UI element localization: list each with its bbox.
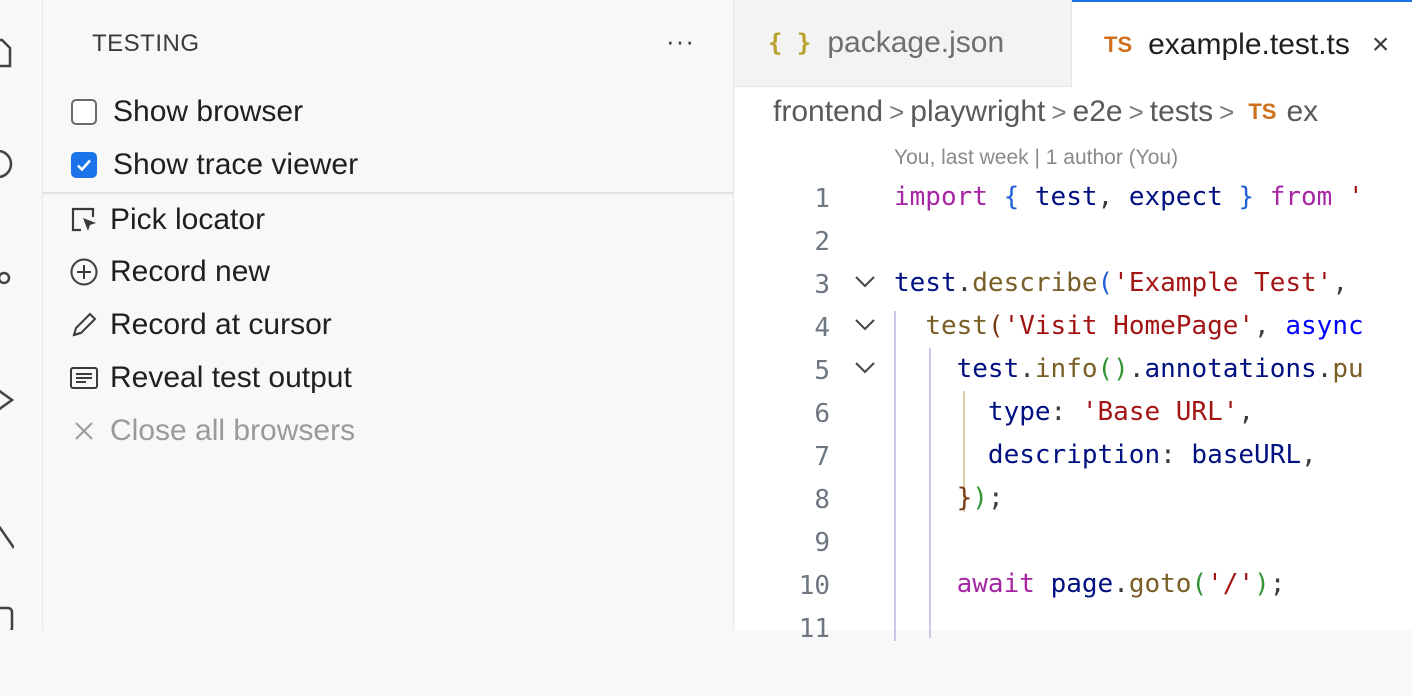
fold-chevron-icon[interactable] (852, 354, 878, 380)
output-icon (68, 362, 100, 394)
show-browser-label: Show browser (113, 95, 304, 128)
reveal-test-output-label: Reveal test output (110, 361, 352, 394)
code-line: 11 (734, 606, 1412, 649)
line-number: 7 (814, 442, 830, 472)
json-file-icon: { } (768, 29, 812, 57)
code-line: 6 type: 'Base URL', (814, 397, 1255, 429)
code-line: 4 test('Visit HomePage', async (814, 311, 1364, 343)
record-new-label: Record new (110, 255, 271, 288)
code-line: 1 import { test, expect } from ' (814, 182, 1364, 214)
close-all-browsers-action[interactable]: Close all browsers (68, 409, 355, 453)
record-at-cursor-action[interactable]: Record at cursor (68, 303, 332, 347)
breadcrumb-item[interactable]: tests (1150, 95, 1213, 129)
editor-area: { } package.json TS example.test.ts × fr… (734, 0, 1412, 644)
plus-circle-icon (68, 256, 100, 288)
testing-icon[interactable] (0, 518, 16, 550)
typescript-file-icon: TS (1248, 99, 1277, 124)
editor-tabs: { } package.json TS example.test.ts × (734, 0, 1412, 87)
typescript-file-icon: TS (1104, 31, 1133, 57)
code-line: 10 await page.goto('/'); (798, 569, 1286, 601)
show-trace-viewer-option[interactable]: Show trace viewer (71, 145, 358, 185)
line-number: 3 (814, 270, 830, 300)
git-blame-lens[interactable]: You, last week | 1 author (You) (894, 146, 1178, 170)
close-icon (68, 415, 100, 447)
code-line: 9 (734, 520, 1412, 563)
chevron-right-icon: > (1128, 96, 1144, 127)
show-trace-viewer-label: Show trace viewer (113, 148, 359, 181)
code-line: 3 test.describe('Example Test', (814, 268, 1348, 300)
code-editor[interactable]: 1 import { test, expect } from ' 2 3 tes… (734, 172, 1412, 644)
pick-locator-label: Pick locator (110, 203, 266, 236)
line-number: 8 (814, 485, 830, 515)
more-actions-button[interactable]: ··· (666, 26, 695, 57)
tab-package-json[interactable]: { } package.json (734, 0, 1072, 86)
line-number: 6 (814, 399, 830, 429)
chevron-right-icon: > (1219, 96, 1235, 127)
fold-chevron-icon[interactable] (852, 268, 878, 294)
show-browser-option[interactable]: Show browser (71, 92, 303, 132)
divider (43, 192, 733, 194)
activity-bar (0, 0, 43, 630)
breadcrumb-item[interactable]: ex (1286, 95, 1318, 129)
line-number: 1 (814, 184, 830, 214)
close-tab-icon[interactable]: × (1372, 28, 1390, 62)
record-new-action[interactable]: Record new (68, 250, 270, 294)
breadcrumb: frontend > playwright > e2e > tests > TS… (773, 92, 1318, 132)
show-trace-viewer-checkbox[interactable] (71, 152, 97, 178)
pick-locator-action[interactable]: Pick locator (68, 198, 265, 242)
code-line: 2 (734, 219, 1412, 262)
code-line: 5 test.info().annotations.pu (814, 354, 1364, 386)
tab-label: example.test.ts (1148, 27, 1350, 61)
search-icon[interactable] (0, 148, 14, 180)
breadcrumb-item[interactable]: e2e (1073, 95, 1123, 129)
run-debug-icon[interactable] (0, 384, 15, 416)
source-control-icon[interactable] (0, 262, 14, 294)
line-number: 10 (798, 571, 830, 601)
line-number: 9 (814, 528, 830, 558)
close-all-browsers-label: Close all browsers (110, 414, 356, 447)
breadcrumb-item[interactable]: frontend (773, 95, 883, 129)
checkmark-icon (77, 159, 91, 172)
explorer-icon[interactable] (0, 36, 14, 68)
pick-locator-icon (68, 204, 100, 236)
show-browser-checkbox[interactable] (71, 99, 97, 125)
record-at-cursor-label: Record at cursor (110, 308, 332, 341)
tab-label: package.json (827, 26, 1005, 59)
chevron-right-icon: > (1051, 96, 1067, 127)
code-line: 8 }); (814, 483, 1004, 515)
fold-chevron-icon[interactable] (852, 311, 878, 337)
extensions-icon[interactable] (0, 604, 14, 630)
chevron-right-icon: > (889, 96, 905, 127)
line-number: 4 (814, 313, 830, 343)
line-number: 11 (798, 614, 830, 644)
sidebar-title: TESTING (92, 30, 200, 57)
line-number: 5 (814, 356, 830, 386)
reveal-test-output-action[interactable]: Reveal test output (68, 356, 352, 400)
breadcrumb-item[interactable]: playwright (910, 95, 1045, 129)
code-line: 7 description: baseURL, (814, 440, 1317, 472)
pencil-icon (68, 309, 100, 341)
testing-sidebar: TESTING ··· Show browser Show trace view… (43, 0, 734, 630)
tab-example-test-ts[interactable]: TS example.test.ts × (1072, 0, 1412, 87)
line-number: 2 (814, 227, 830, 257)
